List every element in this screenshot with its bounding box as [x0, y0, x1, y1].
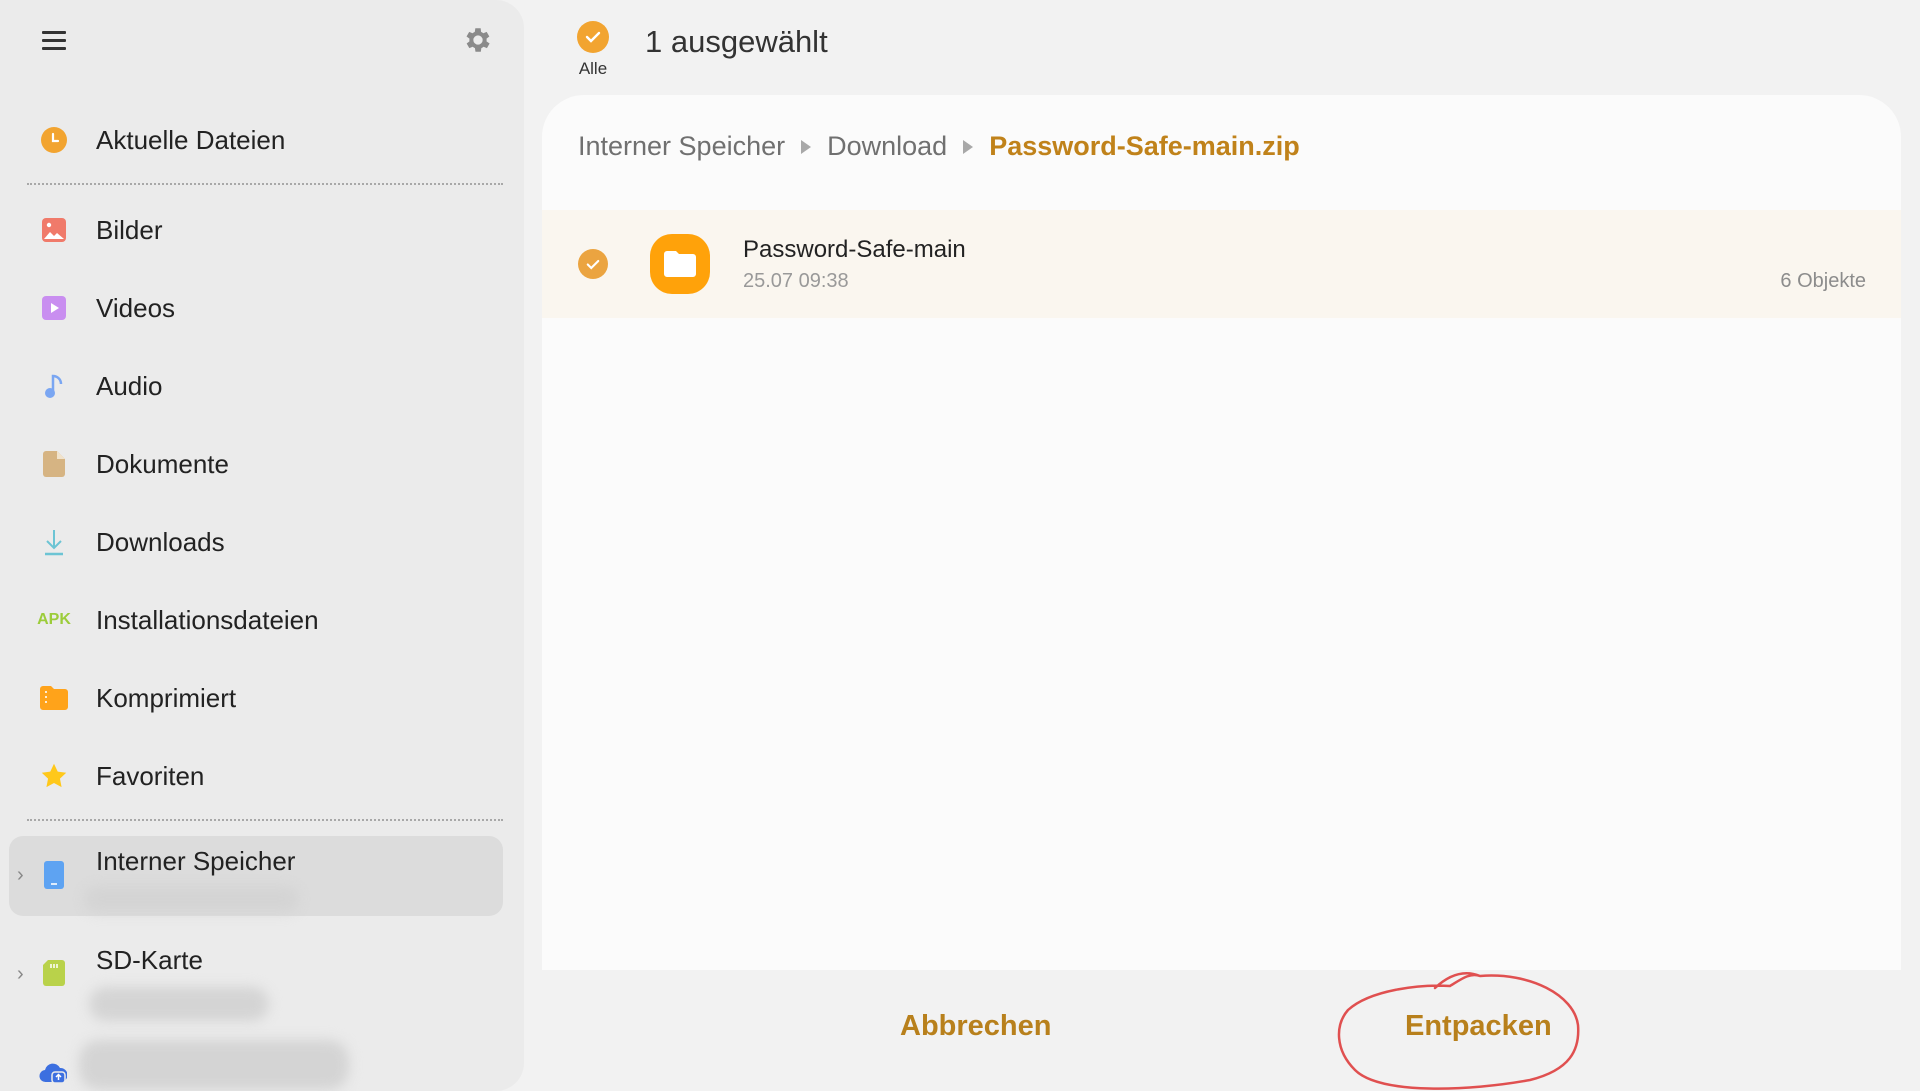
- sd-card-icon: [40, 960, 68, 990]
- sidebar-storage-cloud[interactable]: [9, 1030, 503, 1091]
- folder-icon: [650, 234, 710, 294]
- divider: [27, 819, 503, 821]
- chevron-right-icon[interactable]: ›: [17, 864, 24, 887]
- file-list-panel: Interner Speicher Download Password-Safe…: [542, 95, 1901, 970]
- breadcrumb-item[interactable]: Interner Speicher: [578, 131, 785, 162]
- selection-title: 1 ausgewählt: [645, 24, 828, 59]
- cloud-upload-icon: [39, 1060, 68, 1090]
- document-icon: [40, 450, 68, 478]
- apk-icon: APK: [37, 611, 71, 628]
- cancel-button[interactable]: Abbrechen: [900, 1010, 1051, 1043]
- star-icon: [40, 762, 68, 790]
- sidebar-item-documents[interactable]: Dokumente: [0, 434, 524, 494]
- image-icon: [40, 216, 68, 244]
- sidebar-item-label: Installationsdateien: [96, 604, 319, 635]
- sidebar-item-label: Downloads: [96, 526, 225, 557]
- sidebar: Aktuelle Dateien Bilder Videos Audio Dok…: [0, 0, 524, 1091]
- sidebar-item-label: Audio: [96, 370, 163, 401]
- sidebar-item-compressed[interactable]: Komprimiert: [0, 668, 524, 728]
- breadcrumb-item[interactable]: Download: [827, 131, 947, 162]
- divider: [27, 183, 503, 185]
- storage-label: Interner Speicher: [96, 846, 296, 876]
- breadcrumb-separator-icon: [801, 139, 812, 154]
- file-row[interactable]: Password-Safe-main 25.07 09:38 6 Objekte: [542, 210, 1901, 318]
- download-icon: [40, 528, 68, 556]
- sidebar-item-downloads[interactable]: Downloads: [0, 512, 524, 572]
- checkmark-icon: [585, 31, 601, 43]
- redacted-info: [84, 886, 299, 912]
- archive-icon: [40, 684, 68, 712]
- sidebar-storage-sd[interactable]: › SD-Karte: [9, 935, 503, 1021]
- breadcrumb: Interner Speicher Download Password-Safe…: [578, 131, 1300, 162]
- checkmark-icon: [586, 259, 600, 269]
- storage-label: SD-Karte: [96, 945, 203, 975]
- sidebar-storage-internal[interactable]: › Interner Speicher: [9, 836, 503, 916]
- sidebar-item-label: Aktuelle Dateien: [96, 124, 286, 155]
- row-checkbox[interactable]: [578, 249, 608, 279]
- video-icon: [40, 294, 68, 322]
- item-count: 6 Objekte: [1780, 270, 1866, 292]
- breadcrumb-current: Password-Safe-main.zip: [989, 131, 1300, 161]
- phone-storage-icon: [40, 861, 68, 891]
- gear-icon[interactable]: [462, 24, 494, 56]
- sidebar-item-label: Favoriten: [96, 760, 205, 791]
- sidebar-item-videos[interactable]: Videos: [0, 278, 524, 338]
- chevron-right-icon[interactable]: ›: [17, 963, 24, 986]
- sidebar-item-label: Bilder: [96, 214, 163, 245]
- sidebar-item-label: Dokumente: [96, 448, 229, 479]
- music-note-icon: [40, 372, 68, 400]
- clock-icon: [40, 126, 68, 154]
- breadcrumb-separator-icon: [963, 139, 974, 154]
- file-name: Password-Safe-main: [743, 236, 966, 263]
- sidebar-item-label: Videos: [96, 292, 176, 323]
- redacted-info: [89, 987, 269, 1021]
- select-all-checkbox[interactable]: [577, 21, 609, 53]
- extract-button[interactable]: Entpacken: [1405, 1010, 1552, 1043]
- sidebar-item-label: Komprimiert: [96, 682, 237, 713]
- sidebar-item-images[interactable]: Bilder: [0, 200, 524, 260]
- sidebar-item-apk[interactable]: APK Installationsdateien: [0, 590, 524, 650]
- file-date: 25.07 09:38: [743, 270, 849, 292]
- sidebar-item-recent[interactable]: Aktuelle Dateien: [0, 110, 524, 170]
- redacted-info: [79, 1040, 349, 1090]
- sidebar-item-favorites[interactable]: Favoriten: [0, 746, 524, 806]
- sidebar-item-audio[interactable]: Audio: [0, 356, 524, 416]
- select-all-label[interactable]: Alle: [576, 59, 610, 79]
- hamburger-menu-icon[interactable]: [40, 26, 68, 54]
